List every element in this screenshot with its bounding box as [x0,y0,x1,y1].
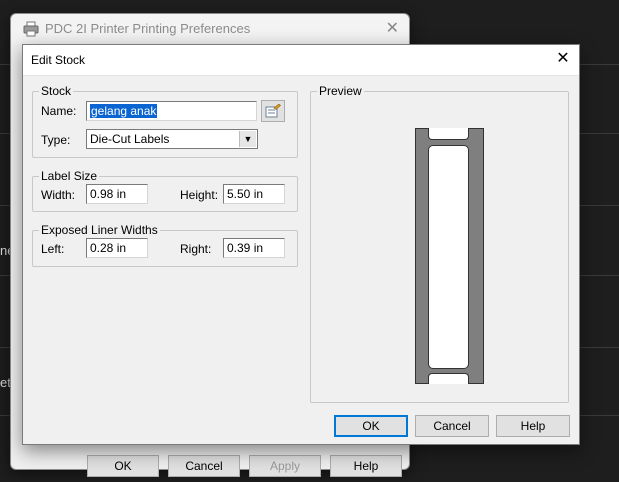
stock-name-input[interactable]: gelang anak [86,101,257,121]
liner-right-input[interactable]: 0.39 in [223,238,285,258]
dialog-title: Edit Stock [31,53,86,67]
printing-preferences-title: PDC 2I Printer Printing Preferences [45,21,251,36]
height-label: Height: [180,188,219,202]
label-preview-bottom-partial [428,373,469,384]
liner-left-input[interactable]: 0.28 in [86,238,148,258]
edit-stock-dialog: Edit Stock ✕ Stock Name: gelang anak Typ… [22,44,580,445]
label-width-input[interactable]: 0.98 in [86,184,148,204]
stock-type-select[interactable]: Die-Cut Labels ▼ [86,129,258,149]
left-label: Left: [41,242,65,256]
label-size-legend: Label Size [41,169,98,183]
label-preview-top-partial [428,128,469,140]
chevron-down-icon[interactable]: ▼ [239,131,256,147]
label-height-input[interactable]: 5.50 in [223,184,285,204]
back-cancel-button[interactable]: Cancel [168,455,240,477]
printing-preferences-titlebar: PDC 2I Printer Printing Preferences ✕ [11,14,409,44]
stock-type-value: Die-Cut Labels [90,132,170,146]
printer-icon [23,21,39,37]
stock-name-value: gelang anak [90,104,158,118]
back-ok-button[interactable]: OK [87,455,159,477]
right-label: Right: [180,242,212,256]
stock-legend: Stock [41,84,72,98]
back-help-button[interactable]: Help [330,455,402,477]
edit-list-icon [265,104,281,118]
preview-legend: Preview [319,84,362,98]
browse-stock-button[interactable] [261,100,285,122]
name-label: Name: [41,104,77,118]
type-label: Type: [41,133,71,147]
label-preview-label [428,145,469,369]
edit-stock-titlebar: Edit Stock ✕ [23,45,579,76]
label-preview [415,128,484,384]
width-label: Width: [41,188,76,202]
liner-widths-legend: Exposed Liner Widths [41,223,158,237]
help-button[interactable]: Help [496,415,570,437]
ok-button[interactable]: OK [334,415,408,437]
cancel-button[interactable]: Cancel [415,415,489,437]
close-icon[interactable]: ✕ [386,18,399,38]
close-icon[interactable]: ✕ [553,49,573,69]
back-apply-button: Apply [249,455,321,477]
